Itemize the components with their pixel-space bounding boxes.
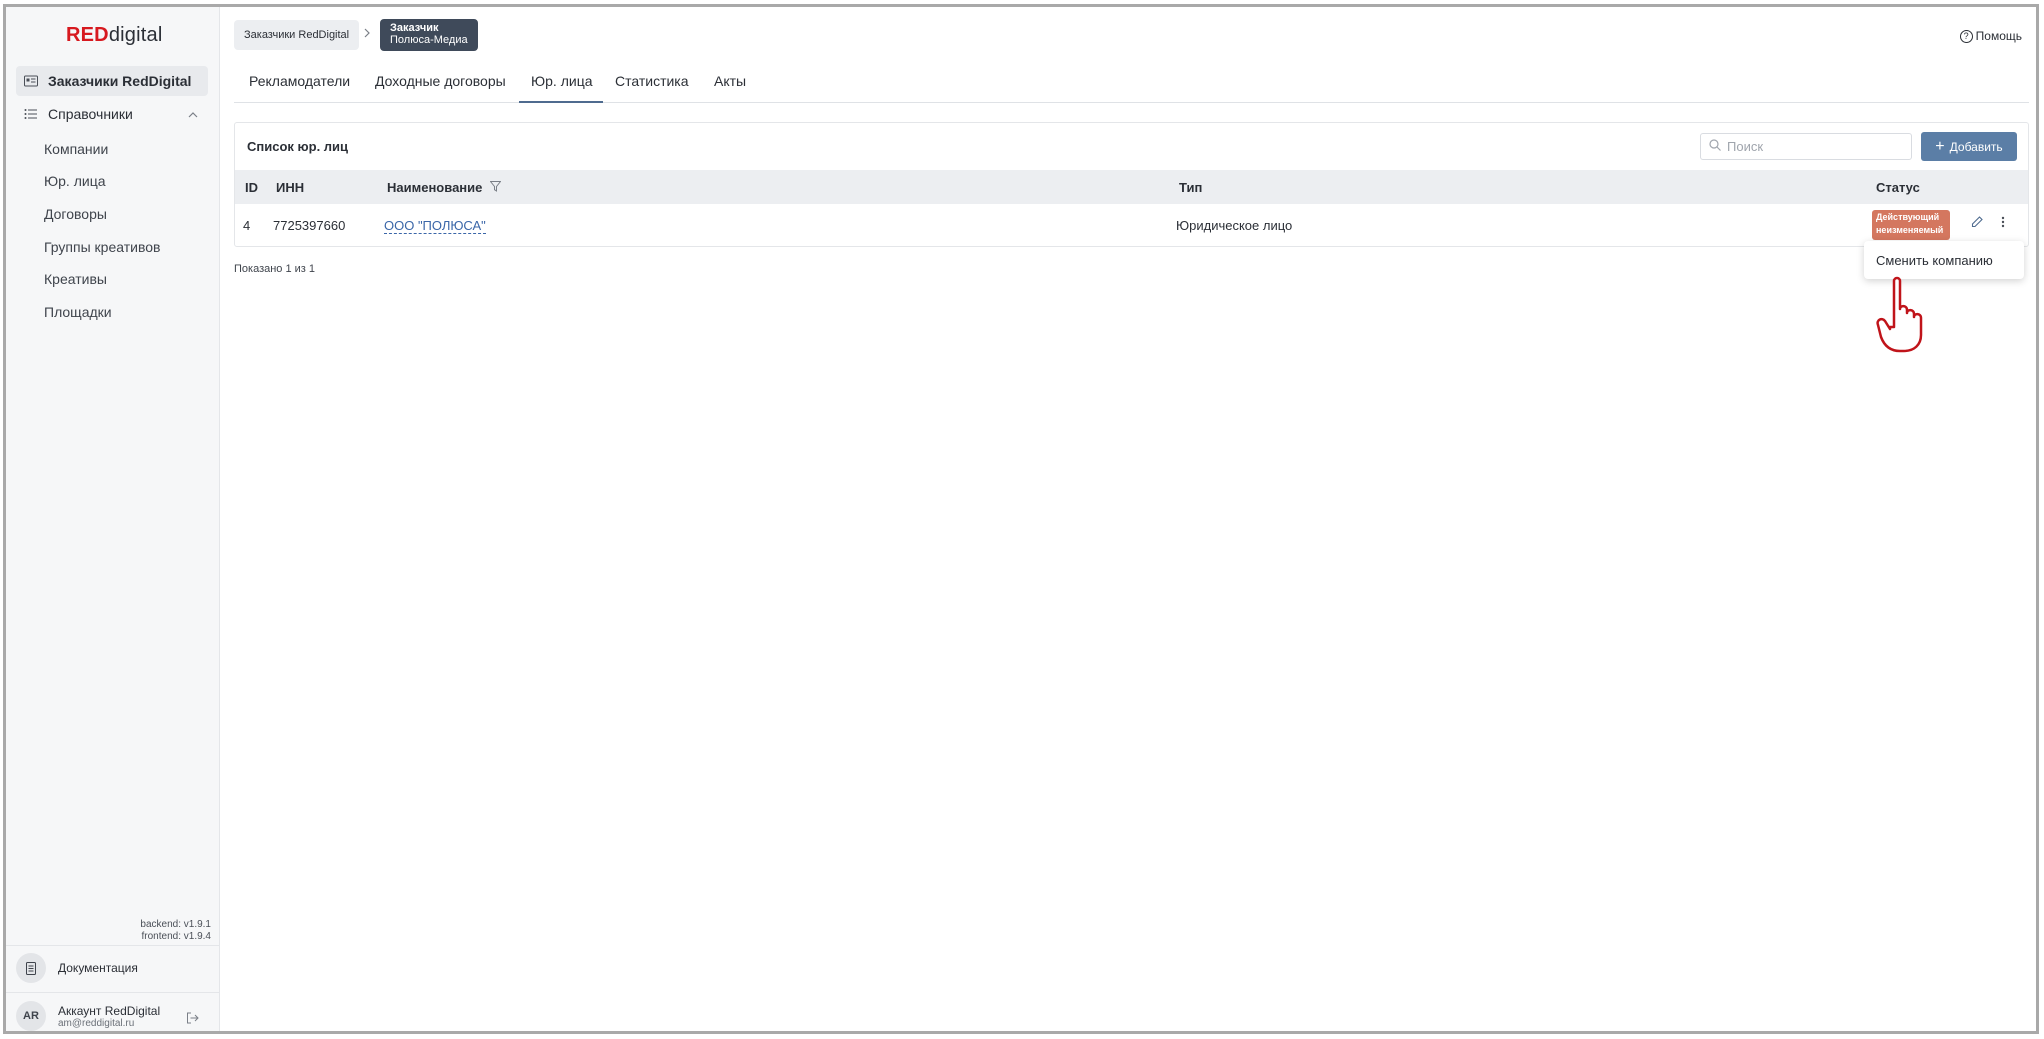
logo: REDdigital <box>66 24 163 46</box>
search-field[interactable] <box>1700 133 1912 160</box>
column-inn: ИНН <box>276 180 305 195</box>
help-icon: ? <box>1959 29 1973 43</box>
version-info: backend: v1.9.1 frontend: v1.9.4 <box>140 919 211 942</box>
avatar: AR <box>16 1001 46 1031</box>
breadcrumb-customers[interactable]: Заказчики RedDigital <box>234 20 360 50</box>
sidebar-item-contracts[interactable]: Договоры <box>44 206 107 222</box>
cell-type: Юридическое лицо <box>1176 218 1293 233</box>
table-header: ID ИНН Наименование Тип Статус <box>235 170 2028 204</box>
help-link[interactable]: ? Помощь <box>1959 29 2022 43</box>
filter-icon[interactable] <box>489 180 502 195</box>
sidebar-item-label: Заказчики RedDigital <box>48 73 192 89</box>
account-email: am@reddigital.ru <box>58 1017 135 1029</box>
logout-icon[interactable] <box>186 1012 199 1027</box>
sidebar-item-companies[interactable]: Компании <box>44 141 108 157</box>
column-type: Тип <box>1179 180 1203 195</box>
pagination-info: Показано 1 из 1 <box>234 263 316 275</box>
id-card-icon <box>24 74 38 88</box>
sidebar-section-label: Справочники <box>48 106 133 122</box>
document-icon <box>16 953 46 983</box>
legal-entities-card: Список юр. лиц + Добавить ID ИНН Наимено… <box>234 122 2029 247</box>
search-input[interactable] <box>1727 139 1907 154</box>
search-icon <box>1709 139 1721 154</box>
entity-link[interactable]: ООО "ПОЛЮСА" <box>384 218 486 234</box>
row-actions-menu: Сменить компанию <box>1864 241 2024 279</box>
divider <box>6 945 220 946</box>
chevron-right-icon <box>364 27 370 41</box>
sidebar-item-creatives[interactable]: Креативы <box>44 271 107 287</box>
chevron-up-icon[interactable] <box>188 107 198 121</box>
sidebar-item-platforms[interactable]: Площадки <box>44 304 112 320</box>
plus-icon: + <box>1935 137 1945 155</box>
tab-advertisers[interactable]: Рекламодатели <box>249 73 350 89</box>
column-name[interactable]: Наименование <box>387 180 502 195</box>
sidebar-section-references[interactable]: Справочники <box>16 99 208 129</box>
divider <box>6 992 220 993</box>
documentation-link[interactable]: Документация <box>16 953 138 983</box>
edit-icon[interactable] <box>1971 216 1983 231</box>
sidebar: REDdigital Заказчики RedDigital Справочн… <box>6 7 220 1031</box>
add-button[interactable]: + Добавить <box>1921 132 2017 161</box>
status-badge: Действующий неизменяемый <box>1872 210 1950 240</box>
tab-revenue-contracts[interactable]: Доходные договоры <box>375 73 506 89</box>
cell-inn: 7725397660 <box>273 218 346 233</box>
list-icon <box>24 107 38 121</box>
table-row: 4 7725397660 ООО "ПОЛЮСА" Юридическое ли… <box>235 204 2028 246</box>
tab-legal-entities[interactable]: Юр. лица <box>531 73 593 89</box>
tab-statistics[interactable]: Статистика <box>615 73 689 89</box>
account-name: Аккаунт RedDigital <box>58 1003 161 1018</box>
account-info: AR Аккаунт RedDigital am@reddigital.ru <box>16 1001 160 1031</box>
sidebar-item-legal-entities[interactable]: Юр. лица <box>44 173 106 189</box>
hand-pointer-icon <box>1876 275 1932 358</box>
cell-id: 4 <box>243 218 251 233</box>
card-title: Список юр. лиц <box>247 139 349 154</box>
app-window: REDdigital Заказчики RedDigital Справочн… <box>3 4 2039 1034</box>
more-options-icon[interactable] <box>2001 216 2005 231</box>
active-tab-indicator <box>519 101 603 103</box>
sidebar-item-creative-groups[interactable]: Группы креативов <box>44 239 160 255</box>
menu-item-change-company[interactable]: Сменить компанию <box>1876 253 1993 268</box>
tab-acts[interactable]: Акты <box>714 73 746 89</box>
sidebar-item-customers[interactable]: Заказчики RedDigital <box>16 66 208 96</box>
column-status: Статус <box>1876 180 1920 195</box>
cell-name: ООО "ПОЛЮСА" <box>384 218 486 234</box>
breadcrumb-current: Заказчик Полюса-Медиа <box>380 19 478 51</box>
tab-bar: Рекламодатели Доходные договоры Юр. лица… <box>234 69 2029 103</box>
column-id: ID <box>245 180 258 195</box>
